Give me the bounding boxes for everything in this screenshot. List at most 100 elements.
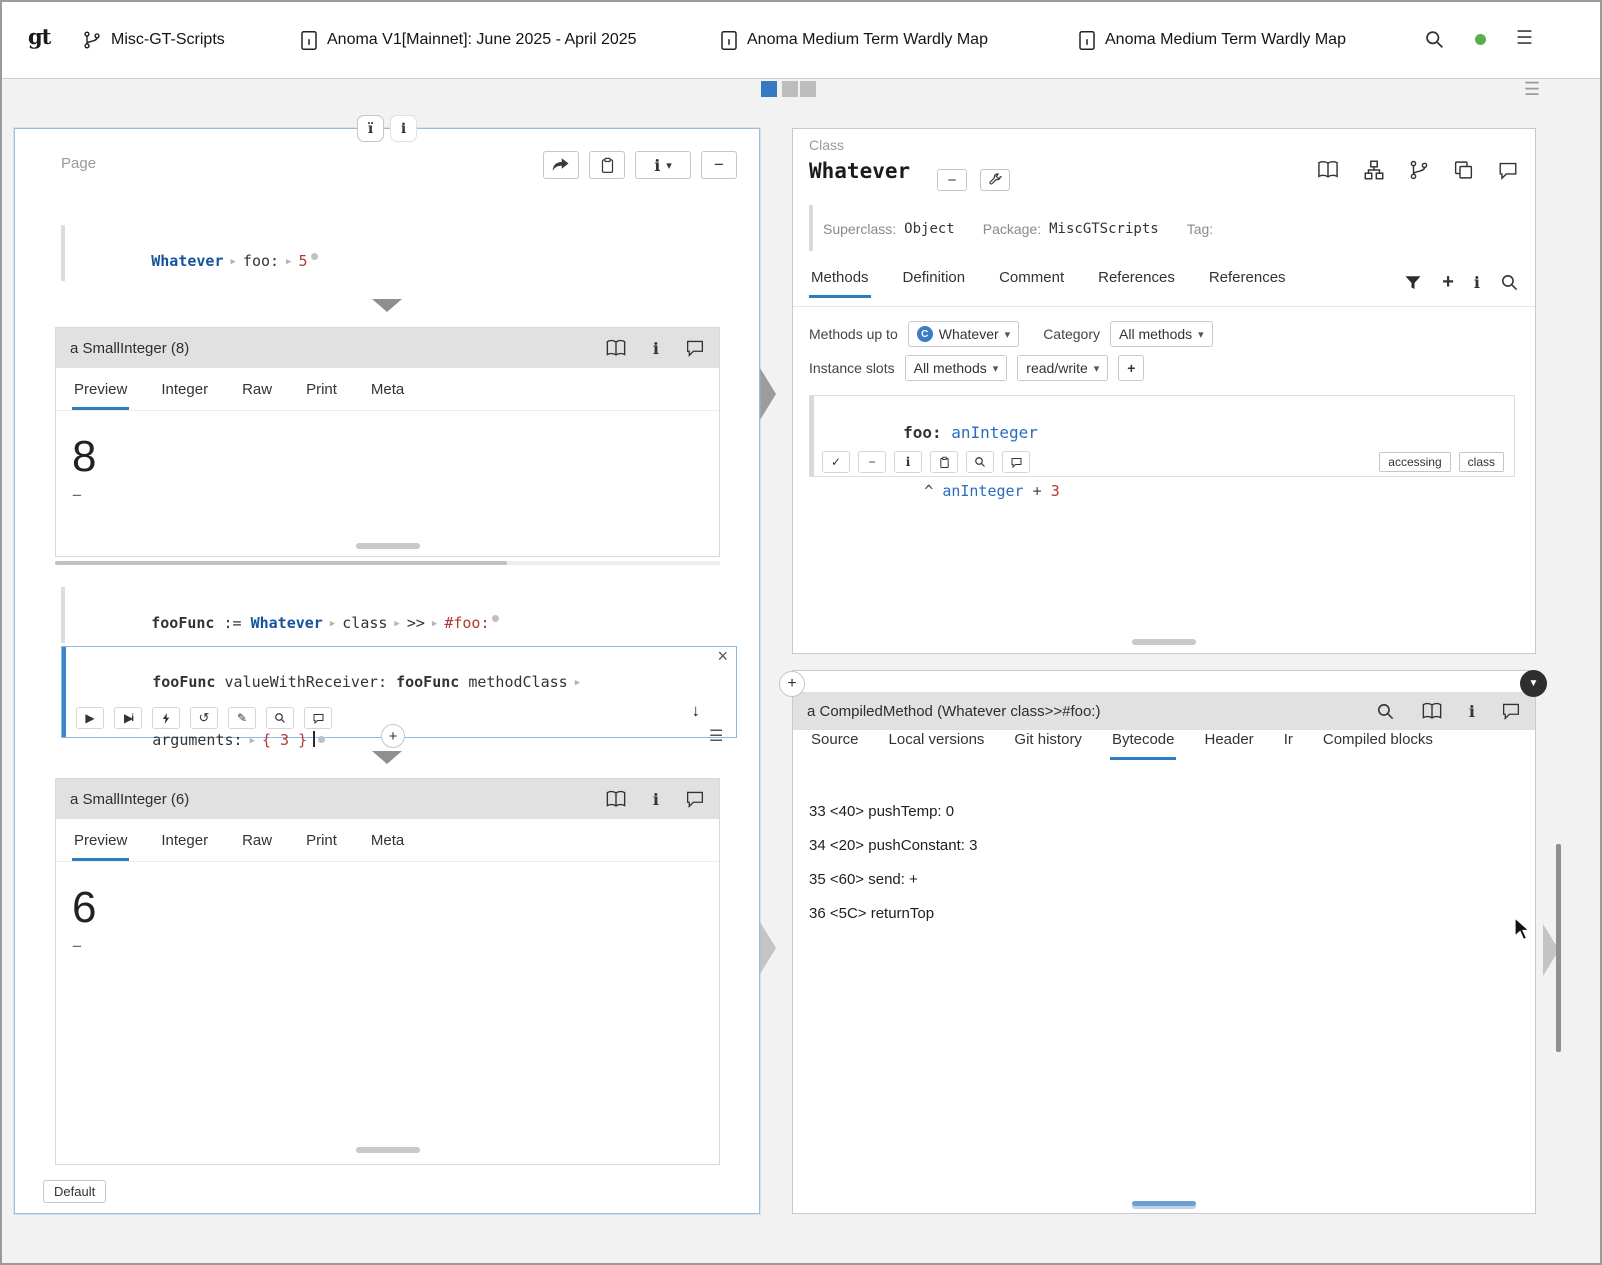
tools-button[interactable] <box>980 169 1010 191</box>
methods-up-to-dropdown[interactable]: C Whatever ▾ <box>907 321 1020 347</box>
search-snippet-button[interactable] <box>266 707 294 729</box>
comment-icon[interactable] <box>685 790 705 808</box>
add-snippet-button[interactable]: + <box>381 724 405 748</box>
accept-button[interactable]: ✓ <box>822 451 850 473</box>
tab-compiled-blocks[interactable]: Compiled blocks <box>1321 731 1435 760</box>
remote-page-icon[interactable]: ï <box>357 115 384 142</box>
tab-anoma-map-1[interactable]: Anoma Medium Term Wardly Map <box>720 25 988 55</box>
comment-icon[interactable] <box>685 339 705 357</box>
run-button[interactable]: ▶ <box>76 707 104 729</box>
add-method-icon[interactable]: + <box>1442 271 1454 294</box>
info-icon[interactable]: i <box>653 790 659 809</box>
tab-header[interactable]: Header <box>1202 731 1255 760</box>
share-button[interactable] <box>543 151 579 179</box>
collapse-toggle-icon[interactable]: − <box>72 486 82 506</box>
tab-preview[interactable]: Preview <box>72 832 130 861</box>
search-icon[interactable] <box>1424 29 1445 50</box>
search-icon[interactable] <box>1500 273 1519 292</box>
resize-handle[interactable] <box>355 543 420 549</box>
tab-git-history[interactable]: Git history <box>1012 731 1084 760</box>
tab-print[interactable]: Print <box>304 381 339 410</box>
tab-local-versions[interactable]: Local versions <box>887 731 987 760</box>
comment-icon[interactable] <box>1497 161 1519 180</box>
tab-raw[interactable]: Raw <box>240 381 274 410</box>
inspect-dropdown-button[interactable]: i ▾ <box>635 151 691 179</box>
resize-handle[interactable] <box>1132 1201 1196 1206</box>
pane-expander-chevron[interactable] <box>760 368 776 420</box>
main-menu-icon[interactable]: ☰ <box>1516 27 1533 50</box>
search-icon[interactable] <box>1376 702 1395 721</box>
tab-anoma-v1[interactable]: Anoma V1[Mainnet]: June 2025 - April 202… <box>300 25 637 55</box>
method-list-item-foo[interactable]: foo: anInteger ^ anInteger + 3 ✓ − i acc… <box>809 395 1515 500</box>
info-button[interactable]: i <box>894 451 922 473</box>
horizontal-scrollbar[interactable] <box>55 561 720 565</box>
tab-anoma-map-2[interactable]: Anoma Medium Term Wardly Map <box>1078 25 1346 55</box>
book-icon[interactable] <box>605 339 627 358</box>
pane-expander-chevron[interactable] <box>760 922 776 974</box>
page-info-icon[interactable]: i <box>390 115 417 142</box>
resize-handle[interactable] <box>1132 639 1196 645</box>
remove-button[interactable]: − <box>858 451 886 473</box>
side-tag[interactable]: class <box>1458 452 1504 472</box>
book-icon[interactable] <box>1421 702 1443 721</box>
copy-method-button[interactable] <box>930 451 958 473</box>
collapse-class-button[interactable]: − <box>937 169 967 191</box>
workspace-menu-icon[interactable]: ☰ <box>1524 79 1540 100</box>
layout-square-active[interactable] <box>761 81 777 97</box>
tab-bytecode[interactable]: Bytecode <box>1109 731 1177 760</box>
edit-button[interactable]: ✎ <box>228 707 256 729</box>
inline-run-button[interactable] <box>152 707 180 729</box>
comment-snippet-button[interactable] <box>304 707 332 729</box>
instance-slots-dropdown[interactable]: All methods ▾ <box>904 355 1008 381</box>
tab-definition[interactable]: Definition <box>901 269 968 298</box>
copy-page-button[interactable] <box>589 151 625 179</box>
tab-integer[interactable]: Integer <box>159 381 210 410</box>
tab-references-2[interactable]: References <box>1207 269 1288 298</box>
bytecode-row[interactable]: 33 <40> pushTemp: 0 <box>809 795 977 829</box>
comment-method-button[interactable] <box>1002 451 1030 473</box>
access-dropdown[interactable]: read/write ▾ <box>1017 355 1109 381</box>
code-snippet-1[interactable]: Whatever ▶ foo: ▶ 5 <box>61 225 699 281</box>
gt-logo[interactable]: gt <box>28 24 51 49</box>
package-value[interactable]: MiscGTScripts <box>1049 221 1159 237</box>
collapse-page-button[interactable]: − <box>701 151 737 179</box>
run-to-here-button[interactable]: ▶ i <box>114 707 142 729</box>
default-view-button[interactable]: Default <box>43 1180 107 1203</box>
move-down-icon[interactable]: ↓ <box>692 701 701 721</box>
bytecode-row[interactable]: 35 <60> send: + <box>809 863 977 897</box>
add-filter-button[interactable]: + <box>1118 355 1145 381</box>
tab-source[interactable]: Source <box>809 731 861 760</box>
code-snippet-2[interactable]: fooFunc := Whatever ▶ class ▶ >> ▶ #foo: <box>61 587 719 643</box>
tab-preview[interactable]: Preview <box>72 381 130 410</box>
tab-references-1[interactable]: References <box>1096 269 1177 298</box>
protocol-tag[interactable]: accessing <box>1379 452 1451 472</box>
reset-button[interactable]: ↺ <box>190 707 218 729</box>
category-dropdown[interactable]: All methods ▾ <box>1110 321 1213 347</box>
vertical-scrollbar-thumb[interactable] <box>1556 844 1561 1052</box>
bytecode-row[interactable]: 34 <20> pushConstant: 3 <box>809 829 977 863</box>
tab-comment[interactable]: Comment <box>997 269 1066 298</box>
tab-methods[interactable]: Methods <box>809 269 871 298</box>
resize-handle[interactable] <box>355 1147 420 1153</box>
code-snippet-3-selected[interactable]: × fooFunc valueWithReceiver: fooFunc met… <box>61 646 737 749</box>
tab-ir[interactable]: Ir <box>1282 731 1295 760</box>
layout-square[interactable] <box>782 81 798 97</box>
comment-icon[interactable] <box>1501 702 1521 720</box>
superclass-value[interactable]: Object <box>904 221 955 237</box>
tab-integer[interactable]: Integer <box>159 832 210 861</box>
hierarchy-icon[interactable] <box>1363 159 1385 181</box>
collapse-toggle-icon[interactable]: − <box>72 937 82 957</box>
snippet-menu-icon[interactable]: ☰ <box>709 726 723 746</box>
tab-raw[interactable]: Raw <box>240 832 274 861</box>
filter-icon[interactable] <box>1404 274 1422 292</box>
info-icon[interactable]: i <box>1474 273 1480 292</box>
close-snippet-icon[interactable]: × <box>717 647 728 665</box>
book-icon[interactable] <box>1316 160 1340 180</box>
tab-meta[interactable]: Meta <box>369 381 406 410</box>
branch-icon[interactable] <box>1408 159 1430 181</box>
info-icon[interactable]: i <box>653 339 659 358</box>
collapse-pane-button[interactable]: ▼ <box>1520 670 1547 697</box>
bytecode-row[interactable]: 36 <5C> returnTop <box>809 897 977 931</box>
info-icon[interactable]: i <box>1469 702 1475 721</box>
add-pane-button[interactable]: + <box>779 671 805 697</box>
